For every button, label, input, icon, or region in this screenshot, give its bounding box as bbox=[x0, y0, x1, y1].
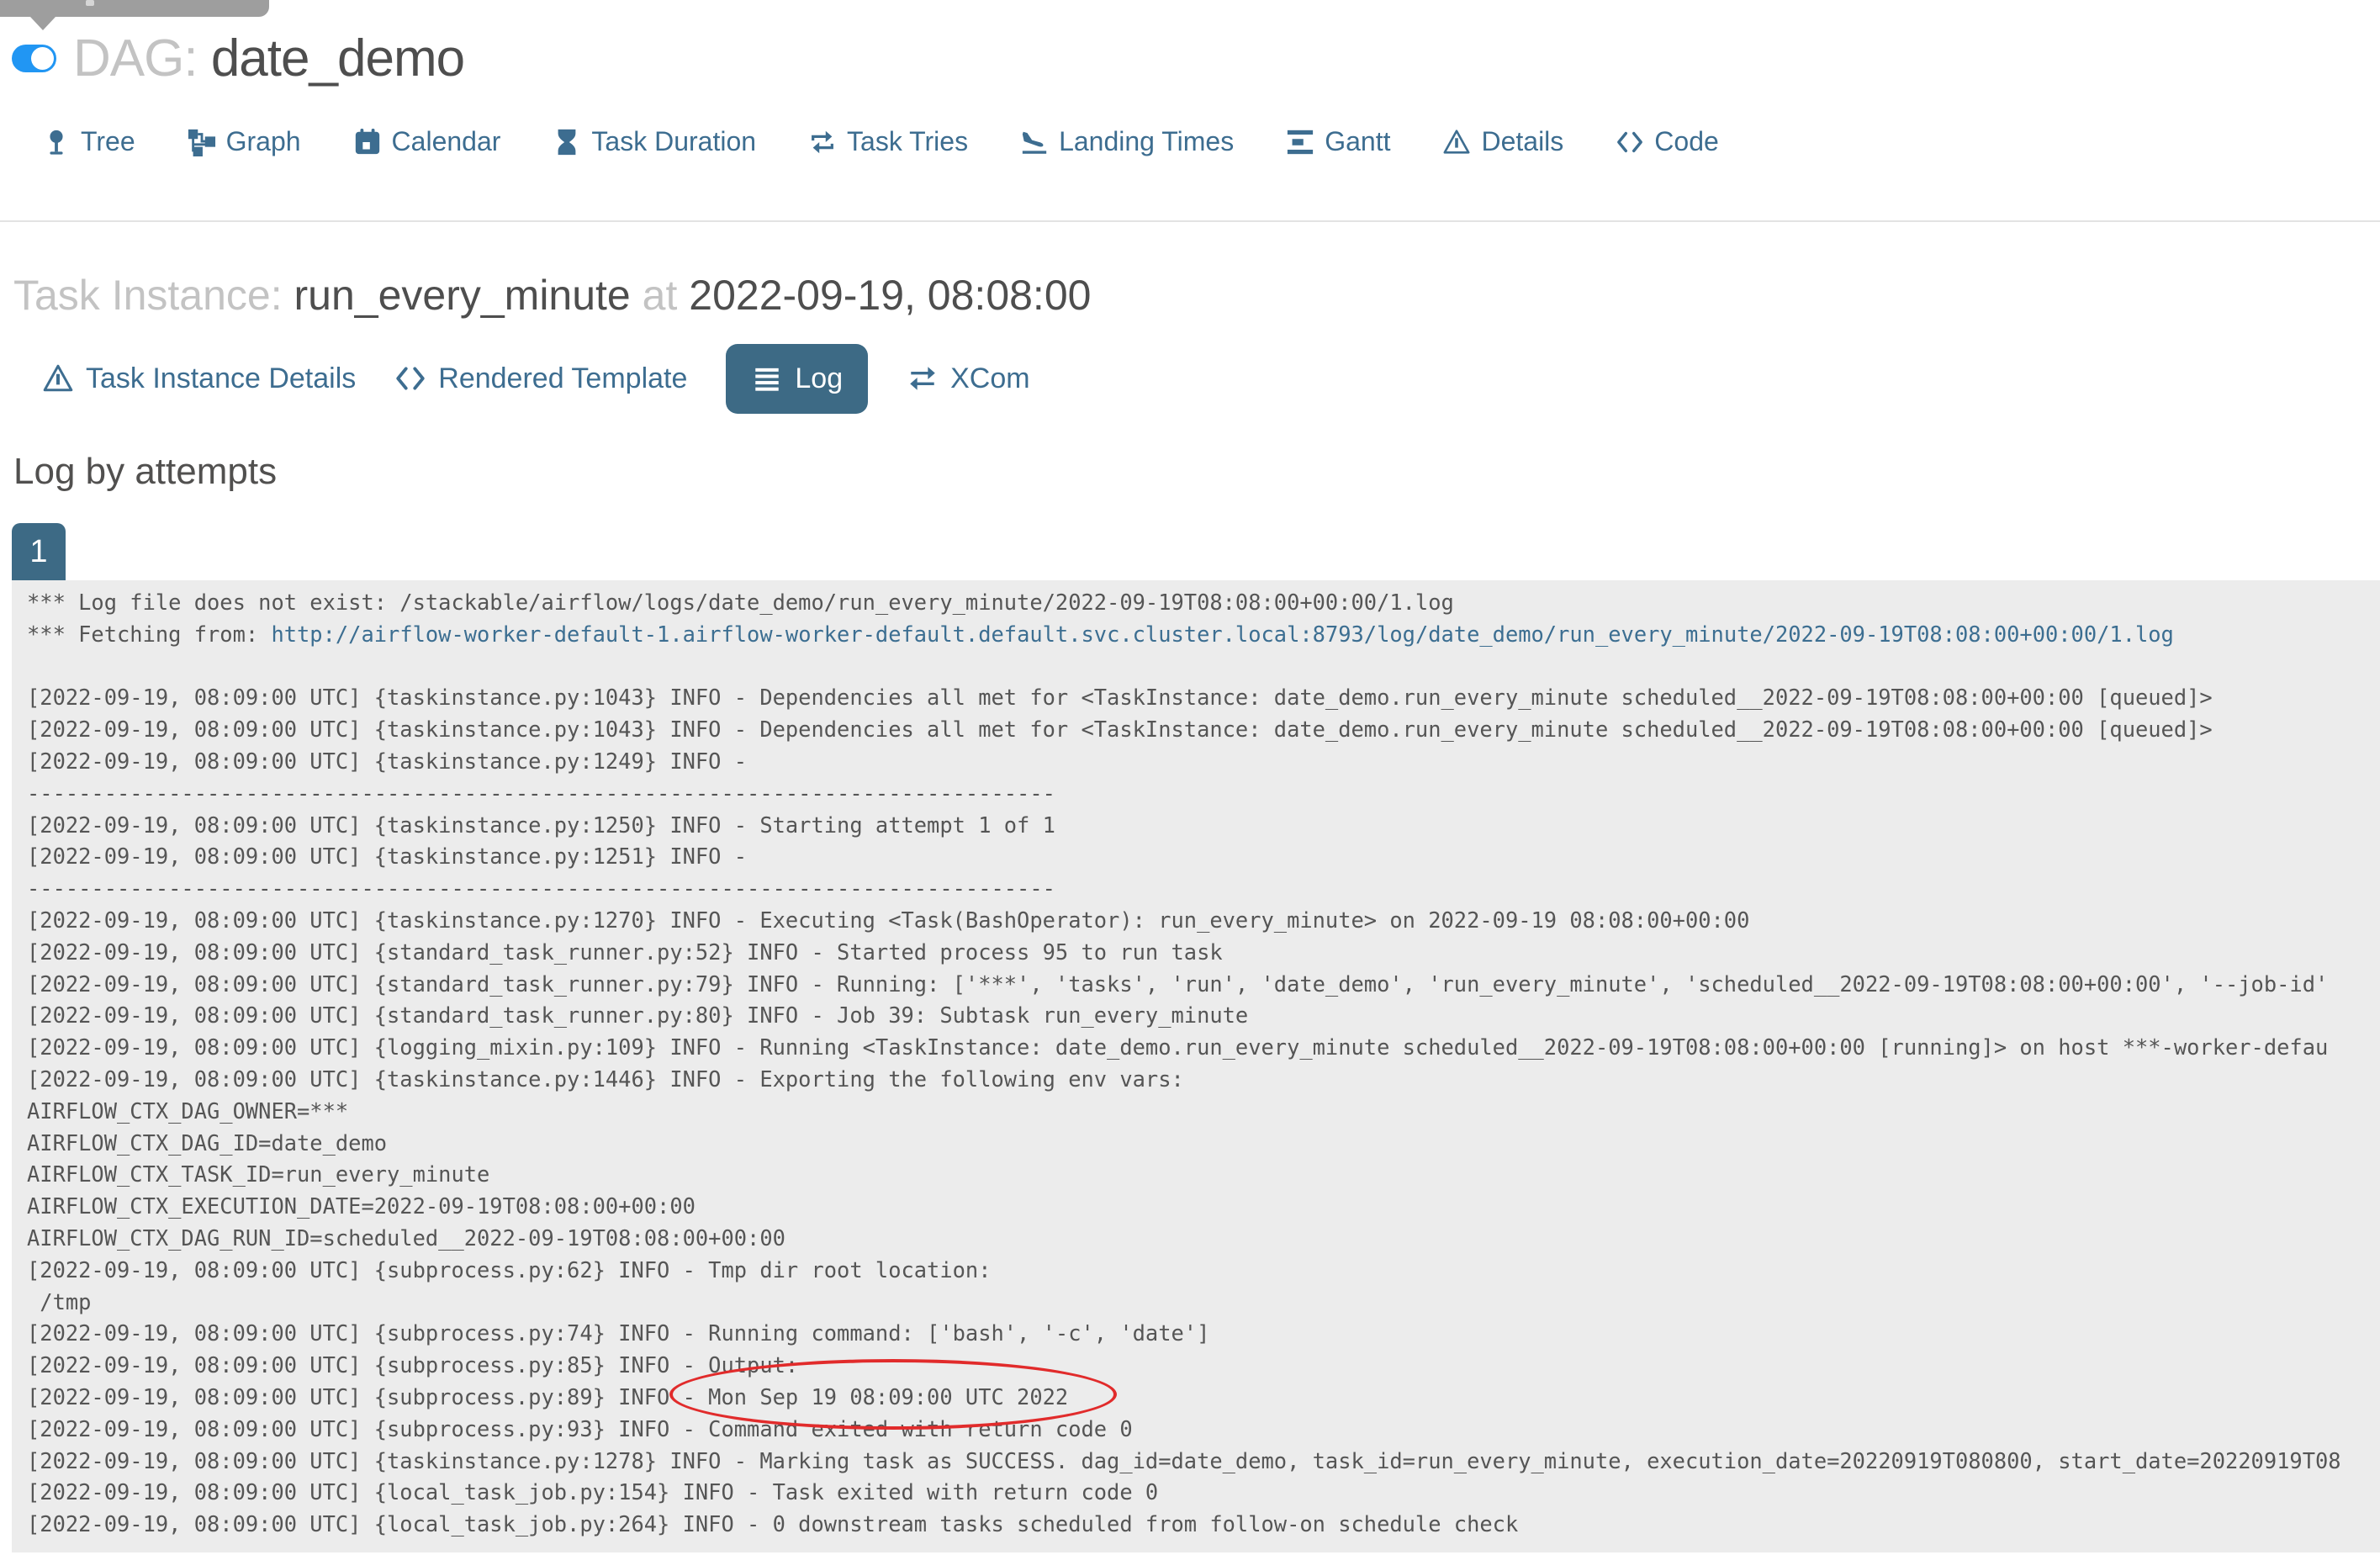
tab-gantt[interactable]: Gantt bbox=[1286, 126, 1390, 157]
tab-details[interactable]: Details bbox=[1442, 126, 1563, 157]
tooltip-text-fragment bbox=[86, 0, 94, 6]
log-line: [2022-09-19, 08:09:00 UTC] {taskinstance… bbox=[27, 748, 760, 774]
log-line: [2022-09-19, 08:09:00 UTC] {subprocess.p… bbox=[27, 1320, 1210, 1346]
dag-pause-toggle[interactable] bbox=[12, 45, 56, 72]
log-line: [2022-09-19, 08:09:00 UTC] {standard_tas… bbox=[27, 1002, 1249, 1029]
log-lines: *** Log file does not exist: /stackable/… bbox=[27, 587, 2380, 1541]
task-instance-details-button[interactable]: Task Instance Details bbox=[42, 362, 356, 395]
log-line: [2022-09-19, 08:09:00 UTC] {logging_mixi… bbox=[27, 1034, 2329, 1060]
tab-label: Gantt bbox=[1325, 126, 1391, 156]
tab-calendar[interactable]: Calendar bbox=[353, 126, 501, 157]
log-line: /tmp bbox=[27, 1288, 92, 1314]
code-icon bbox=[1617, 131, 1643, 152]
repeat-icon bbox=[812, 130, 833, 153]
log-line: [2022-09-19, 08:09:00 UTC] {subprocess.p… bbox=[27, 1256, 992, 1283]
log-line: [2022-09-19, 08:09:00 UTC] {taskinstance… bbox=[27, 812, 1055, 838]
log-line: [2022-09-19, 08:09:00 UTC] {standard_tas… bbox=[27, 971, 2329, 997]
log-line: [2022-09-19, 08:09:00 UTC] {local_task_j… bbox=[27, 1479, 1159, 1505]
log-line: [2022-09-19, 08:09:00 UTC] {local_task_j… bbox=[27, 1511, 1519, 1537]
active-log-button[interactable]: Log bbox=[726, 343, 869, 414]
list-icon bbox=[755, 368, 780, 391]
log-line: [2022-09-19, 08:09:00 UTC] {subprocess.p… bbox=[27, 1352, 799, 1378]
tab-label: Landing Times bbox=[1059, 126, 1235, 156]
pin-icon bbox=[50, 130, 63, 155]
action-label: Task Instance Details bbox=[86, 362, 357, 394]
task-instance-name: run_every_minute bbox=[294, 272, 631, 319]
log-line: [2022-09-19, 08:09:00 UTC] {standard_tas… bbox=[27, 939, 1223, 965]
log-line: AIRFLOW_CTX_TASK_ID=run_every_minute bbox=[27, 1161, 490, 1187]
dag-name: date_demo bbox=[210, 29, 465, 87]
action-label: Log bbox=[795, 362, 844, 394]
tooltip-remnant bbox=[0, 0, 269, 17]
tab-label: Tree bbox=[81, 126, 135, 156]
tab-code[interactable]: Code bbox=[1616, 126, 1719, 157]
tab-label: Task Tries bbox=[847, 126, 969, 156]
task-instance-at: at bbox=[642, 272, 678, 319]
plane-landing-icon bbox=[1022, 131, 1047, 154]
task-instance-datetime: 2022-09-19, 08:08:00 bbox=[689, 272, 1092, 319]
dag-label: DAG: bbox=[73, 29, 198, 87]
log-line: [2022-09-19, 08:09:00 UTC] {taskinstance… bbox=[27, 907, 1750, 933]
action-label: Rendered Template bbox=[438, 362, 688, 394]
attempt-tab-1[interactable]: 1 bbox=[12, 523, 66, 580]
header-divider bbox=[0, 220, 2380, 222]
log-line: [2022-09-19, 08:09:00 UTC] {taskinstance… bbox=[27, 1066, 1184, 1092]
tab-label: Calendar bbox=[391, 126, 501, 156]
log-line: [2022-09-19, 08:09:00 UTC] {taskinstance… bbox=[27, 717, 2213, 743]
tab-label: Task Duration bbox=[591, 126, 757, 156]
gantt-icon bbox=[1288, 130, 1314, 154]
log-line: [2022-09-19, 08:09:00 UTC] {taskinstance… bbox=[27, 1447, 2341, 1473]
log-line: [2022-09-19, 08:09:00 UTC] {taskinstance… bbox=[27, 844, 760, 870]
tab-label: Graph bbox=[225, 126, 301, 156]
log-line: AIRFLOW_CTX_DAG_RUN_ID=scheduled__2022-0… bbox=[27, 1224, 785, 1251]
tab-label: Details bbox=[1481, 126, 1564, 156]
warning-triangle-icon bbox=[1443, 129, 1470, 154]
log-line: AIRFLOW_CTX_EXECUTION_DATE=2022-09-19T08… bbox=[27, 1193, 695, 1219]
log-line: AIRFLOW_CTX_DAG_ID=date_demo bbox=[27, 1129, 388, 1156]
hourglass-icon bbox=[558, 129, 576, 155]
page-header: DAG: date_demo bbox=[12, 29, 465, 88]
rendered-template-button[interactable]: Rendered Template bbox=[394, 362, 687, 395]
log-line: ----------------------------------------… bbox=[27, 780, 1055, 806]
tab-landing-times[interactable]: Landing Times bbox=[1020, 126, 1234, 157]
log-line: *** Fetching from: http://airflow-worker… bbox=[27, 619, 2380, 651]
task-instance-actions: Task Instance Details Rendered Template Lo… bbox=[42, 340, 1030, 417]
calendar-icon bbox=[355, 128, 379, 154]
task-instance-label: Task Instance: bbox=[13, 272, 283, 319]
log-line: [2022-09-19, 08:09:00 UTC] {taskinstance… bbox=[27, 685, 2213, 711]
exchange-icon bbox=[910, 367, 935, 390]
log-output-panel: *** Log file does not exist: /stackable/… bbox=[12, 580, 2380, 1552]
code-icon bbox=[396, 367, 425, 390]
sitemap-icon bbox=[188, 129, 215, 156]
log-line: [2022-09-19, 08:09:00 UTC] {subprocess.p… bbox=[27, 1415, 1133, 1441]
tab-task-tries[interactable]: Task Tries bbox=[808, 126, 968, 157]
attempt-tabs: 1 bbox=[12, 523, 66, 580]
page-title: DAG: date_demo bbox=[73, 29, 465, 88]
action-label: XCom bbox=[950, 362, 1030, 394]
tab-graph[interactable]: Graph bbox=[188, 126, 301, 157]
toggle-knob bbox=[31, 47, 54, 70]
tab-label: Code bbox=[1654, 126, 1719, 156]
log-line-prefix: *** Fetching from: bbox=[27, 621, 272, 647]
warning-triangle-icon bbox=[43, 364, 73, 392]
dag-view-tabs: Tree Graph Calendar Task Duration Task Tries… bbox=[42, 126, 1719, 157]
tab-tree[interactable]: Tree bbox=[42, 126, 135, 157]
log-fetch-url-link[interactable]: http://airflow-worker-default-1.airflow-… bbox=[271, 621, 2173, 647]
log-by-attempts-heading: Log by attempts bbox=[13, 451, 278, 492]
log-line: *** Log file does not exist: /stackable/… bbox=[27, 590, 1454, 615]
log-line: [2022-09-19, 08:09:00 UTC] {subprocess.p… bbox=[27, 1383, 1069, 1410]
task-instance-heading: Task Instance: run_every_minute at 2022-… bbox=[13, 271, 1091, 320]
tab-task-duration[interactable]: Task Duration bbox=[553, 126, 756, 157]
log-line: AIRFLOW_CTX_DAG_OWNER=*** bbox=[27, 1097, 349, 1124]
xcom-button[interactable]: XCom bbox=[907, 362, 1030, 395]
log-line: ----------------------------------------… bbox=[27, 875, 1055, 902]
